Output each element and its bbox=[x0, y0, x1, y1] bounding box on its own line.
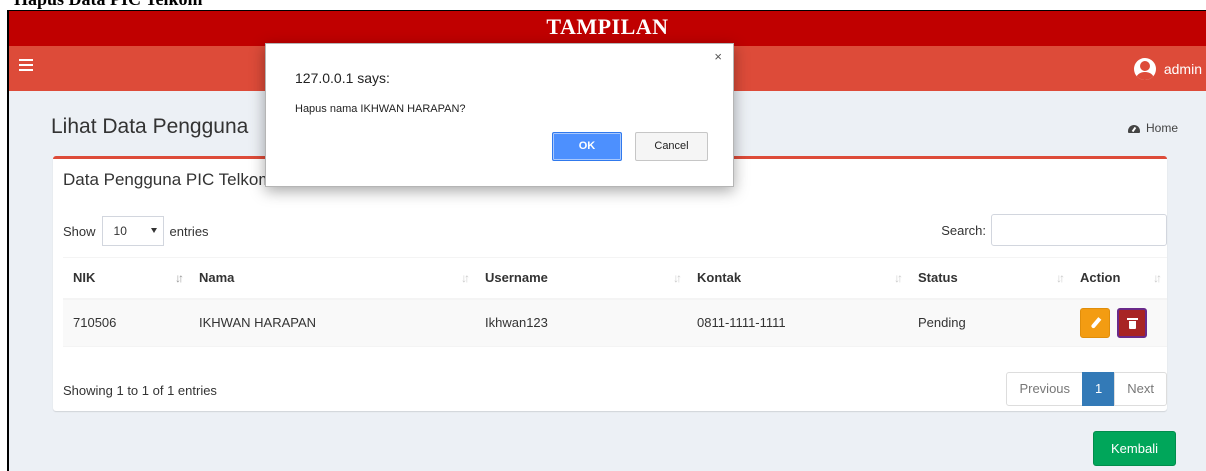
ok-button[interactable]: OK bbox=[552, 132, 622, 161]
user-name: admin bbox=[1163, 61, 1202, 77]
pagination-page-1[interactable]: 1 bbox=[1082, 372, 1116, 406]
cell-kontak: 0811-1111-1111 bbox=[687, 298, 908, 347]
cell-status: Pending bbox=[908, 298, 1070, 347]
back-button[interactable]: Kembali bbox=[1093, 431, 1176, 466]
breadcrumb[interactable]: Home bbox=[1127, 121, 1178, 135]
table-header-row: NIK ↓↑ Nama ↓↑ Username ↓↑ Kontak ↓↑ Status ↓… bbox=[63, 257, 1167, 300]
page-length-select[interactable]: 10 bbox=[101, 216, 164, 246]
pencil-icon bbox=[1090, 316, 1102, 329]
pagination: Previous 1 Next bbox=[1006, 372, 1167, 406]
cell-nama: IKHWAN HARAPAN bbox=[189, 298, 475, 347]
column-header-username[interactable]: Username ↓↑ bbox=[475, 257, 687, 300]
sort-icon: ↓↑ bbox=[673, 271, 682, 285]
column-header-action[interactable]: Action ↓↑ bbox=[1070, 257, 1167, 300]
table-info: Showing 1 to 1 of 1 entries bbox=[63, 383, 217, 398]
pagination-previous[interactable]: Previous bbox=[1006, 372, 1084, 406]
caption-title: TAMPILAN bbox=[546, 14, 669, 39]
sort-icon: ↓↑ bbox=[1056, 271, 1065, 285]
search-input[interactable] bbox=[991, 214, 1167, 246]
breadcrumb-home[interactable]: Home bbox=[1146, 121, 1178, 135]
column-header-nik[interactable]: NIK ↓↑ bbox=[63, 257, 189, 300]
sort-icon: ↓↑ bbox=[894, 271, 903, 285]
caption-bar: TAMPILAN bbox=[9, 11, 1206, 46]
close-icon[interactable]: × bbox=[714, 49, 722, 64]
user-menu[interactable]: admin bbox=[1133, 58, 1202, 80]
user-avatar-icon bbox=[1133, 58, 1156, 80]
column-header-nama[interactable]: Nama ↓↑ bbox=[189, 257, 475, 300]
page-length-control: Show 10 entries bbox=[63, 216, 209, 246]
box-title: Data Pengguna PIC Telkom bbox=[63, 170, 273, 189]
search-label: Search: bbox=[941, 222, 986, 238]
cell-actions bbox=[1070, 298, 1167, 347]
dialog-message: Hapus nama IKHWAN HARAPAN? bbox=[295, 103, 466, 115]
sort-icon: ↓↑ bbox=[461, 271, 470, 285]
trash-icon bbox=[1127, 317, 1138, 329]
sort-icon: ↓↑ bbox=[1153, 271, 1162, 285]
edit-button[interactable] bbox=[1080, 307, 1110, 338]
cell-nik: 710506 bbox=[63, 298, 189, 347]
table-row: 710506 IKHWAN HARAPAN Ikhwan123 0811-111… bbox=[63, 298, 1167, 347]
search-control: Search: bbox=[941, 214, 1167, 246]
page-length-value: 10 bbox=[113, 224, 127, 238]
delete-button[interactable] bbox=[1117, 307, 1147, 338]
document-heading: Hapus Data PIC Telkom bbox=[0, 0, 1206, 10]
hamburger-icon[interactable] bbox=[19, 59, 33, 73]
confirm-dialog: 127.0.0.1 says: × Hapus nama IKHWAN HARA… bbox=[265, 43, 734, 187]
cancel-button[interactable]: Cancel bbox=[635, 132, 708, 161]
cell-username: Ikhwan123 bbox=[475, 298, 687, 347]
pagination-next[interactable]: Next bbox=[1114, 372, 1167, 406]
entries-label: entries bbox=[169, 223, 209, 239]
users-table: NIK ↓↑ Nama ↓↑ Username ↓↑ Kontak ↓↑ Status ↓… bbox=[63, 257, 1167, 347]
data-box: Data Pengguna PIC Telkom Show 10 entries… bbox=[53, 156, 1167, 411]
screenshot-frame: TAMPILAN admin Lihat Data Pengguna Home … bbox=[7, 10, 1206, 471]
show-label: Show bbox=[63, 223, 96, 239]
sort-asc-icon: ↓↑ bbox=[175, 271, 184, 285]
dashboard-icon bbox=[1127, 123, 1140, 133]
caret-down-icon bbox=[150, 228, 157, 233]
document-heading-text: Hapus Data PIC Telkom bbox=[14, 0, 203, 10]
page-title: Lihat Data Pengguna bbox=[51, 115, 249, 138]
column-header-status[interactable]: Status ↓↑ bbox=[908, 257, 1070, 300]
column-header-kontak[interactable]: Kontak ↓↑ bbox=[687, 257, 908, 300]
dialog-title: 127.0.0.1 says: bbox=[295, 70, 390, 86]
